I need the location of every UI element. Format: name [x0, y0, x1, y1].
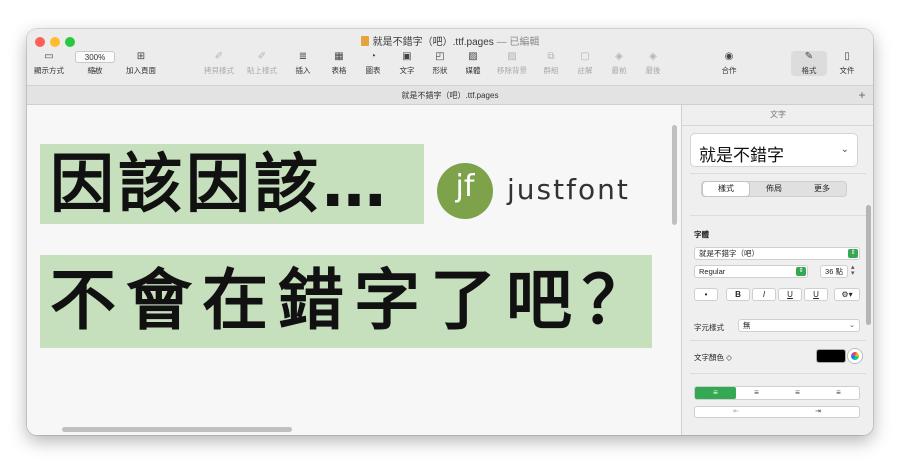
tab-style[interactable]: 樣式 [703, 182, 749, 196]
divider [690, 173, 866, 174]
comment-icon: ▢ [580, 51, 590, 62]
text-color-well[interactable] [816, 349, 846, 363]
horizontal-scroll-thumb[interactable] [62, 427, 292, 432]
chart-icon: ◔ [369, 51, 377, 62]
shape-button[interactable]: ◰ 形狀 [428, 51, 452, 76]
document-icon: ▯ [844, 51, 850, 62]
updown-icon: ⇕ [848, 249, 858, 258]
headline-line2[interactable]: 不會在錯字了吧？ [50, 263, 658, 339]
justfont-logo-text: justfont [507, 173, 630, 206]
text-box-icon: ▣ [402, 51, 412, 62]
toolbar: 就是不錯字（吧）.ttf.pages — 已編輯 ▭ 顯示方式 300% ⌄ 縮… [27, 29, 873, 85]
divider [690, 215, 866, 216]
insert-button[interactable]: ≣ 插入 [291, 51, 315, 76]
photo-icon: ▨ [468, 51, 478, 62]
zoom-select[interactable]: 300% ⌄ [75, 51, 115, 74]
italic-button[interactable]: I [752, 288, 776, 301]
decrease-indent-button[interactable]: ⇤ [695, 407, 777, 417]
document-canvas[interactable]: 因該因該… 不會在錯字了吧？ jf justfont [27, 105, 681, 435]
align-center-button[interactable]: ≡ [736, 387, 777, 399]
indent-control: ⇤ ⇥ [694, 406, 860, 418]
tab-more[interactable]: 更多 [799, 182, 845, 196]
view-button[interactable]: ▭ 顯示方式 [32, 51, 66, 76]
divider [690, 340, 866, 341]
inspector-scrollbar[interactable] [866, 205, 871, 325]
send-back-button[interactable]: ◈ 最後 [641, 51, 665, 76]
group-icon: ⧉ [547, 51, 555, 62]
comment-button[interactable]: ▢ 註解 [573, 51, 597, 76]
font-size-stepper[interactable]: ▴ ▾ [851, 264, 855, 277]
text-button[interactable]: ▣ 文字 [395, 51, 419, 76]
increase-indent-button[interactable]: ⇥ [777, 407, 859, 417]
chevron-down-icon: ⌄ [849, 322, 855, 329]
brush-icon: ✐ [214, 51, 224, 62]
document-title: 就是不錯字（吧）.ttf.pages — 已編輯 [27, 33, 873, 48]
align-left-button[interactable]: ≡ [695, 387, 736, 399]
shape-icon: ◰ [435, 51, 445, 62]
remove-background-button[interactable]: ▨ 移除背景 [493, 51, 531, 76]
pages-document-icon [360, 36, 369, 46]
divider [682, 125, 873, 126]
alignment-control: ≡ ≡ ≡ ≡ [694, 386, 860, 400]
add-page-button[interactable]: ⊞ 加入頁面 [123, 51, 159, 76]
chart-button[interactable]: ◔ 圖表 [361, 51, 385, 76]
inspector-title: 文字 [770, 110, 786, 119]
text-options-button[interactable]: ⚙▾ [834, 288, 860, 301]
new-tab-button[interactable]: + [855, 88, 869, 102]
remove-background-icon: ▨ [507, 51, 517, 62]
chevron-down-icon: ⌄ [840, 144, 849, 155]
layers-front-icon: ◈ [615, 51, 623, 62]
brush-paste-icon: ✐ [257, 51, 267, 62]
updown-icon: ⇕ [796, 267, 806, 276]
bold-button[interactable]: B [726, 288, 750, 301]
font-section-label: 字體 [694, 230, 709, 239]
format-button[interactable]: ✎ 格式 [791, 51, 827, 76]
paragraph-style-selector[interactable]: 就是不錯字 ⌄ [690, 133, 858, 167]
color-wheel-icon[interactable] [848, 349, 862, 363]
font-family-select[interactable]: 就是不錯字（吧） ⇕ [694, 247, 860, 260]
paste-style-button[interactable]: ✐ 貼上樣式 [245, 51, 279, 76]
canvas-vertical-scrollbar[interactable] [672, 105, 678, 435]
pages-window: 就是不錯字（吧）.ttf.pages — 已編輯 ▭ 顯示方式 300% ⌄ 縮… [27, 29, 873, 435]
media-button[interactable]: ▨ 媒體 [461, 51, 485, 76]
paintbrush-icon: ✎ [804, 51, 814, 62]
character-style-label: 字元樣式 [694, 323, 724, 332]
headline-line1[interactable]: 因該因該… [50, 149, 390, 221]
table-button[interactable]: ▦ 表格 [327, 51, 351, 76]
divider [690, 373, 866, 374]
tab-document[interactable]: 就是不錯字（吧）.ttf.pages [27, 90, 873, 101]
sidebar-icon: ▭ [44, 51, 54, 62]
zoom-button[interactable]: 300% ⌄ 縮放 [75, 51, 115, 76]
insert-icon: ≣ [298, 51, 308, 62]
tab-layout[interactable]: 佈局 [751, 182, 797, 196]
align-right-button[interactable]: ≡ [777, 387, 818, 399]
underline-button[interactable]: U [778, 288, 802, 301]
format-inspector: 文字 就是不錯字 ⌄ 樣式 佈局 更多 字體 就是不錯字（吧） ⇕ Regula… [681, 105, 873, 435]
character-style-select[interactable]: 無 ⌄ [738, 319, 860, 332]
font-size-field[interactable]: 36 點 [820, 265, 848, 278]
inspector-tabs: 樣式 佈局 更多 [701, 181, 847, 197]
bring-front-button[interactable]: ◈ 最前 [607, 51, 631, 76]
paragraph-style-name: 就是不錯字 [699, 146, 784, 166]
collaborate-button[interactable]: ◉ 合作 [717, 51, 741, 76]
group-button[interactable]: ⧉ 群組 [539, 51, 563, 76]
align-justify-button[interactable]: ≡ [818, 387, 859, 399]
strikethrough-button[interactable]: U [804, 288, 828, 301]
list-bullet-button[interactable]: • [694, 288, 718, 301]
vertical-scroll-thumb[interactable] [672, 125, 677, 225]
text-color-label: 文字顏色 ◇ [694, 353, 732, 362]
layers-back-icon: ◈ [649, 51, 657, 62]
font-weight-select[interactable]: Regular ⇕ [694, 265, 808, 278]
tab-bar: 就是不錯字（吧）.ttf.pages + [27, 85, 873, 105]
person-icon: ◉ [724, 51, 734, 62]
table-icon: ▦ [334, 51, 344, 62]
document-button[interactable]: ▯ 文件 [835, 51, 859, 76]
add-page-icon: ⊞ [136, 51, 146, 62]
justfont-logo-mark: jf [437, 163, 493, 219]
copy-style-button[interactable]: ✐ 拷貝樣式 [202, 51, 236, 76]
